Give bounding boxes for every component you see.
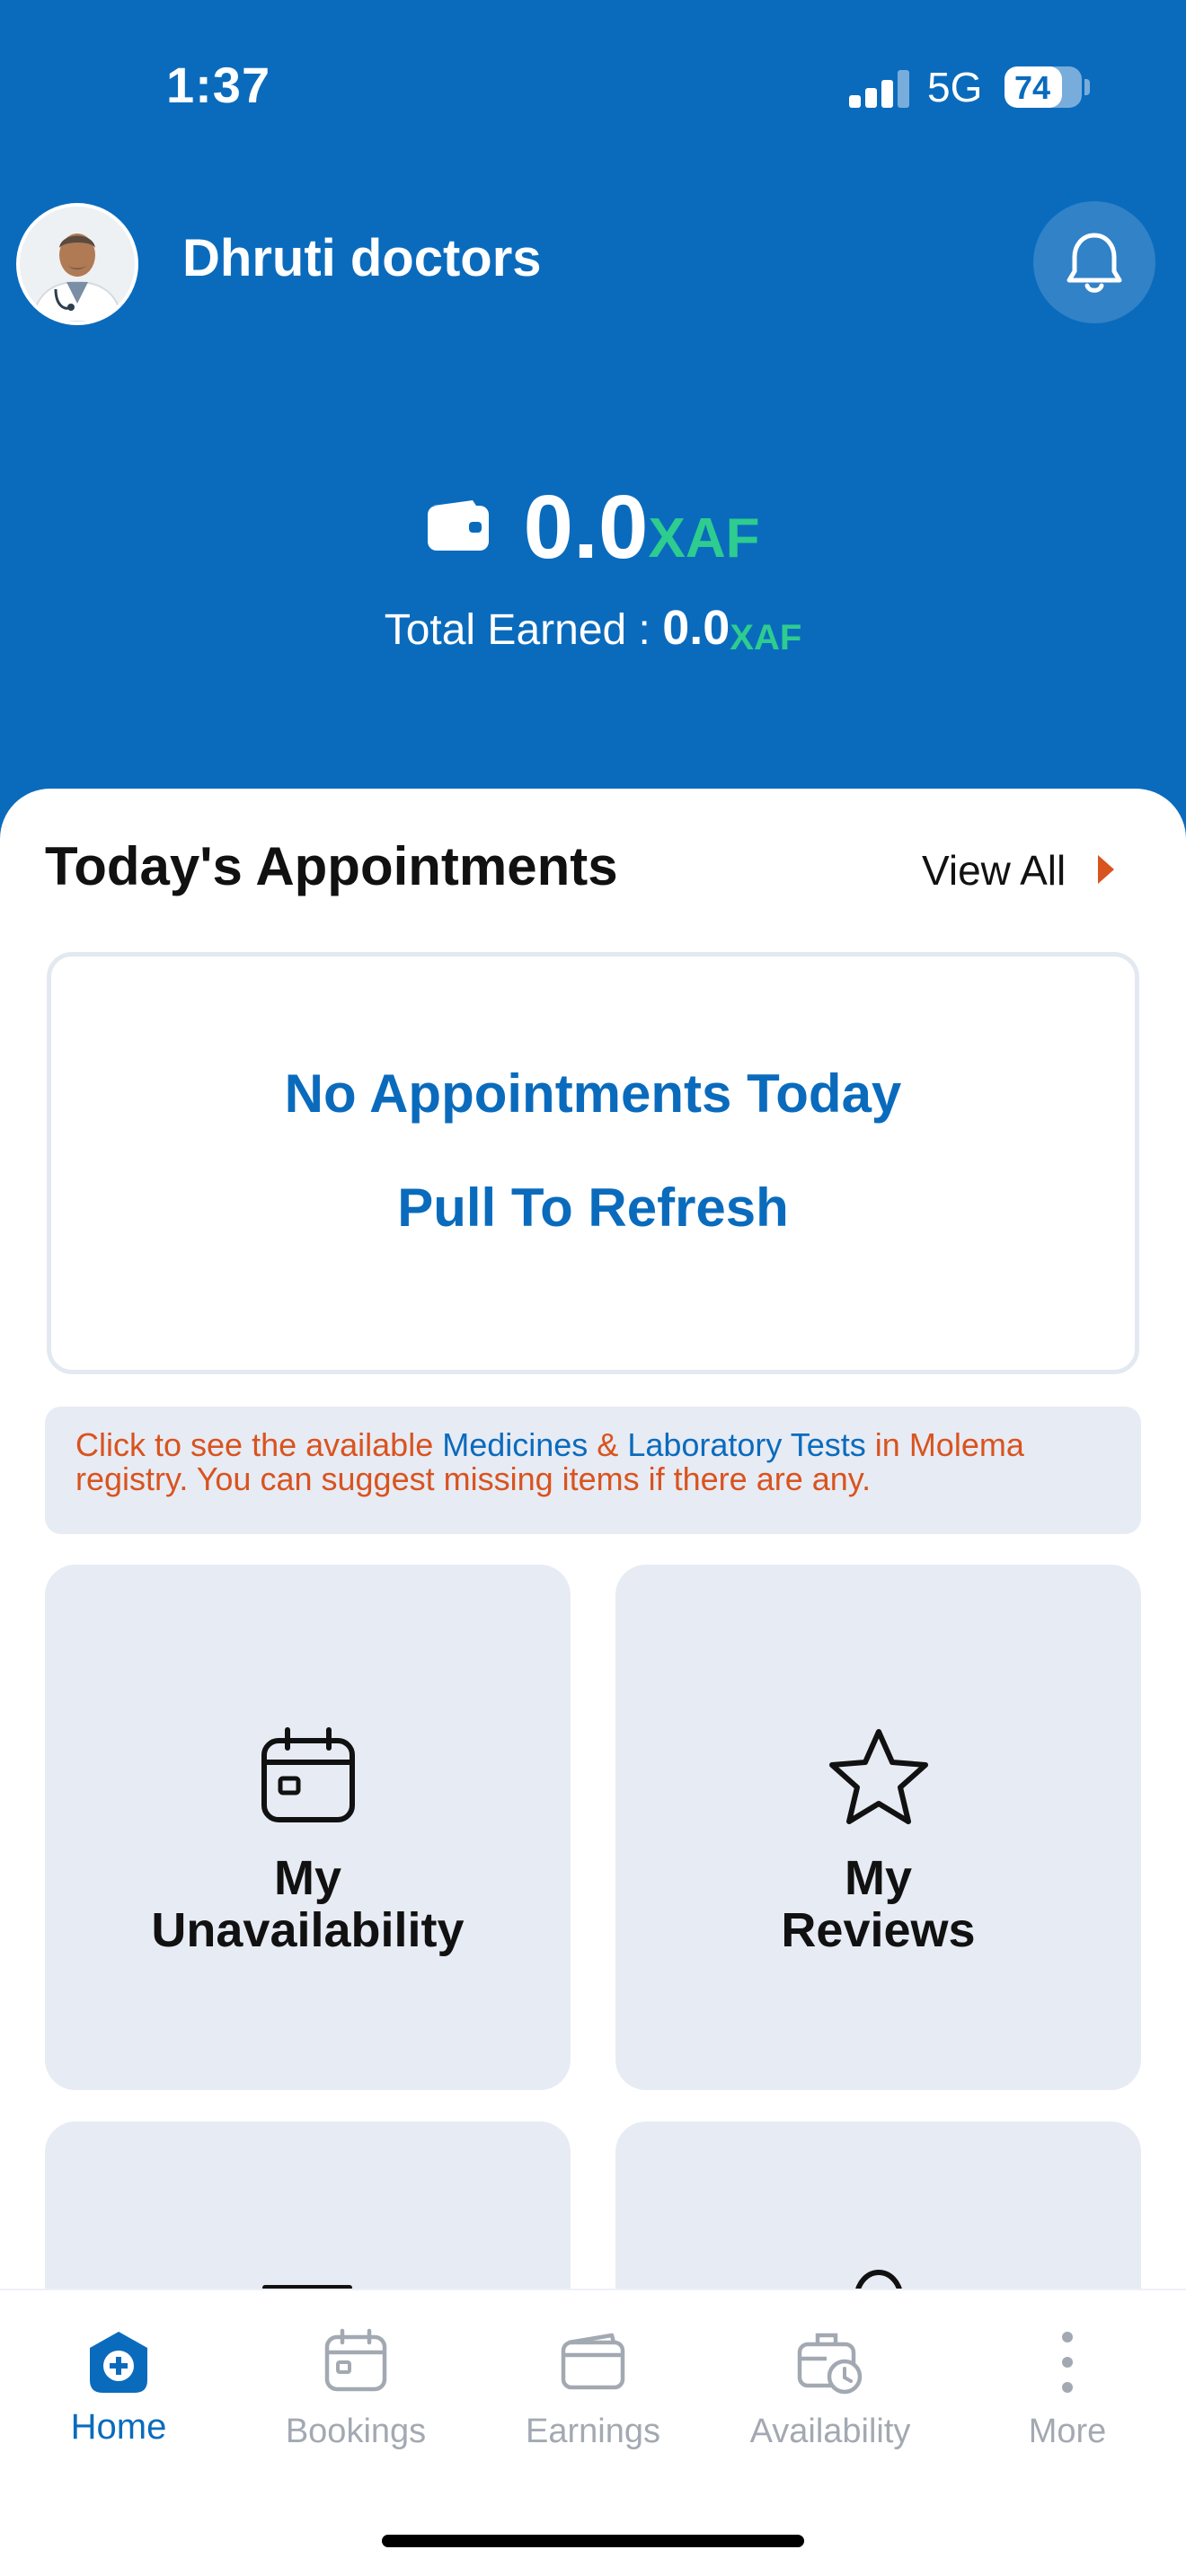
- tab-label: More: [1028, 2413, 1107, 2450]
- battery-nub: [1084, 79, 1090, 95]
- signal-icon: [849, 70, 910, 108]
- tab-earnings[interactable]: Earnings: [474, 2290, 712, 2506]
- home-plus-icon: [0, 2328, 237, 2401]
- tab-label: Bookings: [285, 2413, 427, 2450]
- tab-availability[interactable]: Availability: [712, 2290, 949, 2506]
- medicines-link[interactable]: Medicines: [442, 1426, 588, 1463]
- balance-currency: XAF: [648, 507, 760, 569]
- doctor-avatar-icon: [20, 207, 135, 322]
- pull-to-refresh-hint: Pull To Refresh: [397, 1178, 789, 1238]
- tile-label-line2: Reviews: [781, 1903, 976, 1957]
- tab-label: Availability: [749, 2413, 911, 2450]
- empty-message: No Appointments Today: [284, 1063, 902, 1124]
- notification-button[interactable]: [1033, 201, 1155, 323]
- wallet-icon: [426, 498, 491, 557]
- more-vertical-icon: [949, 2328, 1186, 2401]
- status-time: 1:37: [166, 57, 271, 113]
- appointments-empty-card[interactable]: No Appointments Today Pull To Refresh: [47, 952, 1139, 1374]
- total-earned: Total Earned : 0.0XAF: [0, 600, 1186, 657]
- status-bar: 1:37 5G 74: [0, 0, 1186, 180]
- wallet-balance: 0.0XAF: [0, 476, 1186, 578]
- avatar[interactable]: [16, 203, 138, 325]
- tile-label: My Reviews: [615, 1852, 1141, 1956]
- briefcase-clock-icon: [712, 2328, 949, 2401]
- bottom-tab-bar: Home Bookings Earnings Availability More: [0, 2289, 1186, 2576]
- balance-amount: 0.0: [523, 477, 649, 578]
- battery-icon: 74: [1005, 66, 1082, 108]
- tab-home[interactable]: Home: [0, 2290, 237, 2506]
- tile-label: My Unavailability: [45, 1852, 571, 1956]
- tile-label-line1: My: [844, 1851, 912, 1905]
- total-earned-label: Total Earned :: [384, 606, 663, 654]
- home-indicator: [382, 2535, 804, 2547]
- bell-icon: [1067, 233, 1122, 293]
- chevron-right-icon[interactable]: [1098, 855, 1114, 884]
- banner-text: Click to see the available: [75, 1426, 443, 1463]
- calendar-icon: [45, 1726, 571, 1830]
- wallet-icon: [474, 2328, 712, 2397]
- registry-info-banner[interactable]: Click to see the available Medicines & L…: [45, 1407, 1141, 1534]
- network-type: 5G: [927, 64, 983, 110]
- my-unavailability-tile[interactable]: My Unavailability: [45, 1565, 571, 2090]
- banner-ampersand: &: [588, 1426, 628, 1463]
- total-earned-currency: XAF: [730, 618, 802, 657]
- tab-label: Home: [70, 2407, 167, 2447]
- star-icon: [615, 1726, 1141, 1835]
- my-reviews-tile[interactable]: My Reviews: [615, 1565, 1141, 2090]
- tab-label: Earnings: [526, 2413, 660, 2450]
- appointments-title: Today's Appointments: [45, 836, 618, 896]
- battery-level: 74: [1013, 69, 1051, 106]
- calendar-icon: [237, 2328, 474, 2397]
- doctor-name: Dhruti doctors: [182, 229, 542, 287]
- tile-label-line2: Unavailability: [151, 1903, 465, 1957]
- tab-more[interactable]: More: [949, 2290, 1186, 2506]
- laboratory-tests-link[interactable]: Laboratory Tests: [627, 1426, 865, 1463]
- total-earned-value: 0.0: [662, 601, 730, 655]
- view-all-link[interactable]: View All: [922, 846, 1066, 895]
- tile-label-line1: My: [273, 1851, 341, 1905]
- tab-bookings[interactable]: Bookings: [237, 2290, 474, 2506]
